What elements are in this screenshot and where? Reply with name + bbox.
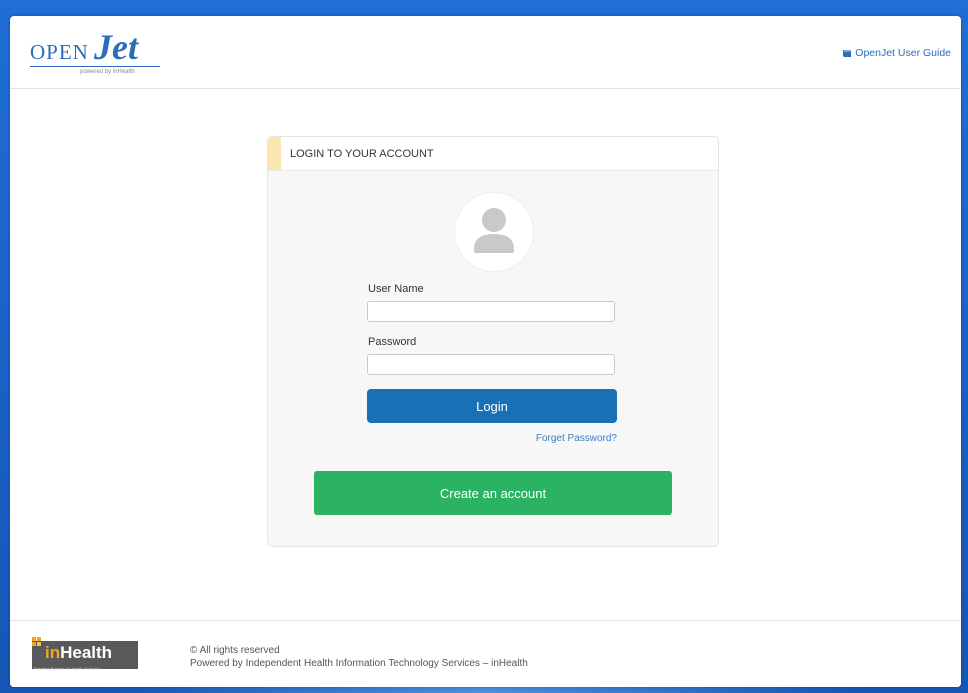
user-guide-link[interactable]: OpenJet User Guide: [842, 47, 951, 59]
powered-by-text: Powered by Independent Health Informatio…: [190, 658, 528, 669]
logo-in-text: in: [45, 643, 61, 662]
forget-password-link[interactable]: Forget Password?: [536, 433, 617, 444]
logo-health-text: Health: [60, 643, 113, 662]
login-button[interactable]: Login: [367, 389, 617, 423]
logo-jet-text: Jet: [94, 27, 138, 67]
logo-tagline: Breaking Barriers for Health Evolution: [34, 666, 101, 671]
browser-page: OPEN Jet powered by inHealth OpenJet Use…: [10, 16, 961, 687]
logo-underline: [30, 66, 160, 67]
login-card-header: LOGIN TO YOUR ACCOUNT: [268, 137, 718, 171]
inhealth-logo: inHealth Breaking Barriers for Health Ev…: [32, 637, 142, 671]
header-accent-bar: [268, 137, 281, 170]
footer-text: © All rights reserved Powered by Indepen…: [190, 644, 528, 670]
copyright-text: © All rights reserved: [190, 645, 280, 656]
username-input[interactable]: [367, 301, 615, 322]
book-icon: [843, 49, 852, 57]
create-account-button[interactable]: Create an account: [314, 471, 672, 515]
password-label: Password: [368, 336, 417, 348]
login-card: LOGIN TO YOUR ACCOUNT User Name Password…: [267, 136, 719, 547]
user-silhouette-icon: [474, 208, 514, 253]
page-header: OPEN Jet powered by inHealth OpenJet Use…: [10, 16, 961, 89]
logo-dots-icon: [32, 637, 41, 646]
avatar: [454, 192, 534, 272]
page-footer: inHealth Breaking Barriers for Health Ev…: [10, 620, 961, 687]
username-label: User Name: [368, 283, 424, 295]
openjet-logo[interactable]: OPEN Jet powered by inHealth: [30, 27, 180, 78]
user-guide-label: OpenJet User Guide: [855, 47, 951, 59]
logo-powered-text: powered by inHealth: [80, 69, 135, 75]
login-card-title: LOGIN TO YOUR ACCOUNT: [290, 148, 434, 160]
logo-open-text: OPEN: [30, 40, 89, 64]
password-input[interactable]: [367, 354, 615, 375]
inhealth-logo-text: inHealth: [45, 643, 112, 663]
